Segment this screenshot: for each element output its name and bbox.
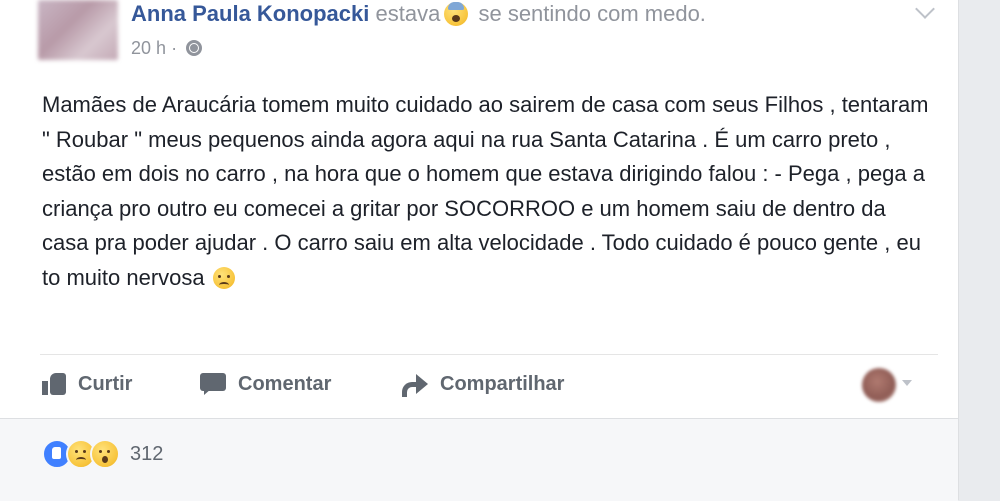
post-meta: 20 h · xyxy=(131,38,203,59)
post-options-chevron-icon[interactable] xyxy=(915,0,935,19)
wow-reaction-icon xyxy=(90,439,120,469)
crying-face-icon xyxy=(212,266,235,289)
post-timestamp[interactable]: 20 h xyxy=(131,38,166,58)
author-name-link[interactable]: Anna Paula Konopacki xyxy=(131,1,369,26)
feeling-prefix: estava xyxy=(375,1,441,26)
fearful-face-icon xyxy=(444,2,469,26)
post-card: Anna Paula Konopacki estava se sentindo … xyxy=(0,0,959,501)
like-button[interactable]: Curtir xyxy=(42,370,132,398)
share-arrow-icon xyxy=(402,374,428,397)
post-header: Anna Paula Konopacki estava se sentindo … xyxy=(131,0,706,28)
globe-icon[interactable] xyxy=(186,40,203,56)
post-body-text: Mamães de Araucária tomem muito cuidado … xyxy=(42,92,929,290)
meta-separator: · xyxy=(171,38,178,58)
divider xyxy=(40,354,938,355)
comment-bubble-icon xyxy=(200,373,226,395)
share-label: Compartilhar xyxy=(440,372,565,395)
comment-label: Comentar xyxy=(238,372,332,395)
post-body: Mamães de Araucária tomem muito cuidado … xyxy=(42,88,932,295)
comment-button[interactable]: Comentar xyxy=(200,370,331,398)
author-avatar[interactable] xyxy=(38,0,118,60)
share-button[interactable]: Compartilhar xyxy=(402,370,564,398)
reactions-footer: 312 xyxy=(0,418,958,501)
feeling-text: se sentindo com medo. xyxy=(478,1,706,26)
caret-down-icon[interactable] xyxy=(902,380,912,386)
reactions-summary[interactable]: 312 xyxy=(42,439,163,469)
thumbs-up-icon xyxy=(42,373,66,395)
reaction-count[interactable]: 312 xyxy=(130,443,163,466)
like-label: Curtir xyxy=(78,372,133,395)
commenter-avatar[interactable] xyxy=(862,368,896,402)
